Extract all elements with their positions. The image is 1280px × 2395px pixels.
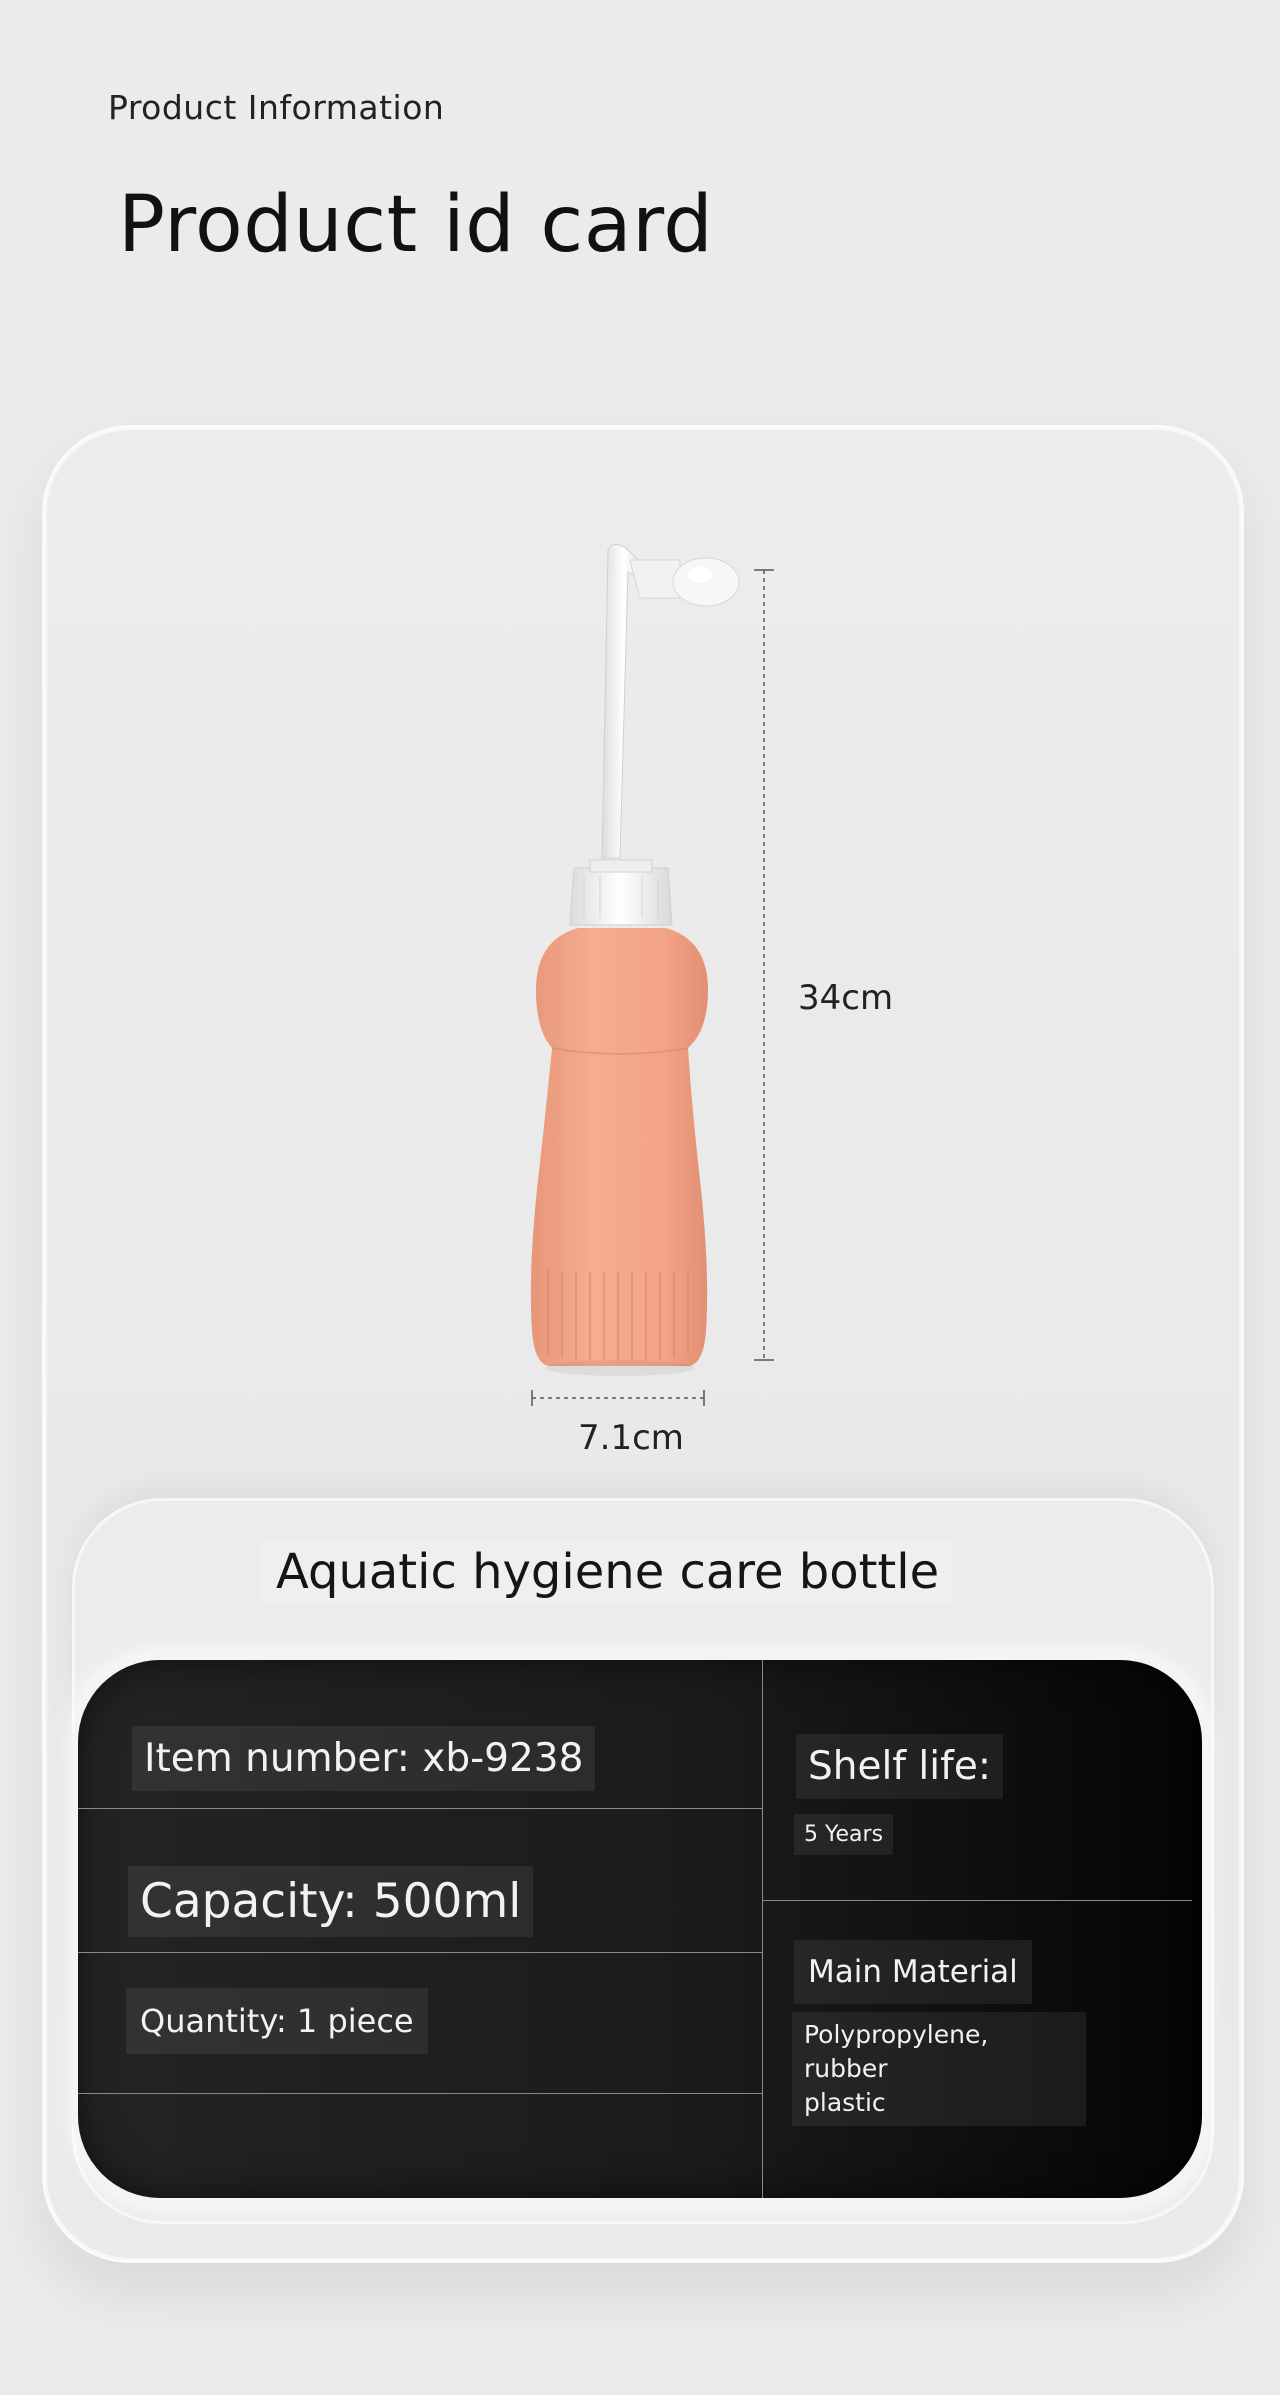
row-divider — [78, 1808, 762, 1809]
spec-panel: Item number: xb-9238 Capacity: 500ml Qua… — [78, 1660, 1202, 2198]
page-title: Product id card — [118, 180, 714, 270]
shelf-life-label: Shelf life: — [796, 1734, 1003, 1799]
main-material-value: Polypropylene, rubber plastic — [792, 2012, 1086, 2126]
material-line-2: plastic — [804, 2088, 886, 2117]
main-material-label: Main Material — [794, 1940, 1032, 2004]
row-divider — [762, 1900, 1192, 1901]
material-line-1: Polypropylene, rubber — [804, 2020, 989, 2083]
height-dimension-label: 34cm — [798, 978, 894, 1018]
quantity: Quantity: 1 piece — [126, 1988, 428, 2054]
item-number: Item number: xb-9238 — [132, 1726, 596, 1791]
shelf-life-value: 5 Years — [794, 1814, 894, 1855]
row-divider — [78, 2093, 762, 2094]
section-overline: Product Information — [108, 88, 445, 127]
row-divider — [78, 1952, 762, 1953]
capacity: Capacity: 500ml — [128, 1866, 534, 1937]
product-name: Aquatic hygiene care bottle — [262, 1540, 954, 1604]
column-divider — [762, 1660, 763, 2198]
width-dimension-label: 7.1cm — [578, 1418, 684, 1458]
